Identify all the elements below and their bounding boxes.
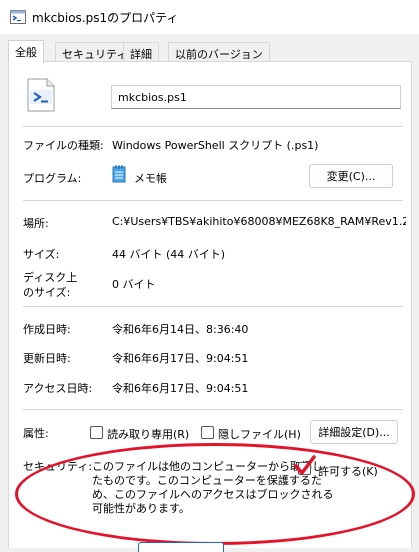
security-message-line: 可能性があります。 [92,502,190,515]
powershell-script-icon [27,78,55,112]
accessed-value: 令和6年6月17日、9:04:51 [112,382,249,395]
location-value: C:¥Users¥TBS¥akihito¥68008¥MEZ68K8_RAM¥R… [112,215,406,228]
red-checkmark-icon [294,455,316,475]
size-label: サイズ: [23,248,60,261]
tab-strip: 全般 セキュリティ 詳細 以前のバージョン [8,40,412,63]
hidden-label[interactable]: 隠しファイル(H) [218,426,301,442]
separator [23,200,403,201]
hidden-checkbox[interactable] [201,426,214,439]
accessed-label: アクセス日時: [23,382,93,395]
window-title: mkcbios.ps1のプロパティ [32,11,179,25]
disk-size-value: 0 バイト [112,278,156,291]
file-name-input[interactable] [111,85,401,109]
change-program-button[interactable]: 変更(C)... [309,164,393,188]
location-label: 場所: [23,217,49,230]
separator [23,409,403,410]
powershell-script-icon [10,10,26,24]
file-type-value: Windows PowerShell スクリプト (.ps1) [112,139,319,152]
file-type-label: ファイルの種類: [23,139,104,152]
size-value: 44 バイト (44 バイト) [112,248,226,261]
attributes-label: 属性: [23,427,49,440]
modified-label: 更新日時: [23,352,71,365]
separator [23,306,403,307]
program-label: プログラム: [23,172,82,185]
readonly-checkbox[interactable] [90,426,103,439]
readonly-label[interactable]: 読み取り専用(R) [107,426,189,442]
advanced-attributes-button[interactable]: 詳細設定(D)... [310,420,398,444]
created-value: 令和6年6月14日、8:36:40 [112,323,249,336]
ok-button[interactable] [138,542,224,552]
separator [23,126,403,127]
security-label: セキュリティ: [23,460,93,473]
tab-previous-versions[interactable]: 以前のバージョン [168,42,270,62]
general-panel: ファイルの種類: Windows PowerShell スクリプト (.ps1)… [8,61,412,548]
disk-size-label-line-1: ディスク上 [23,271,78,284]
unblock-label[interactable]: 許可する(K) [318,463,378,479]
created-label: 作成日時: [23,323,71,336]
disk-size-label-line-2: のサイズ: [23,286,71,299]
tab-general[interactable]: 全般 [8,40,44,63]
modified-value: 令和6年6月17日、9:04:51 [112,352,249,365]
title-bar: mkcbios.ps1のプロパティ [0,0,419,34]
tab-details[interactable]: 詳細 [123,42,159,62]
program-value: メモ帳 [134,172,167,185]
notepad-icon [112,165,126,183]
